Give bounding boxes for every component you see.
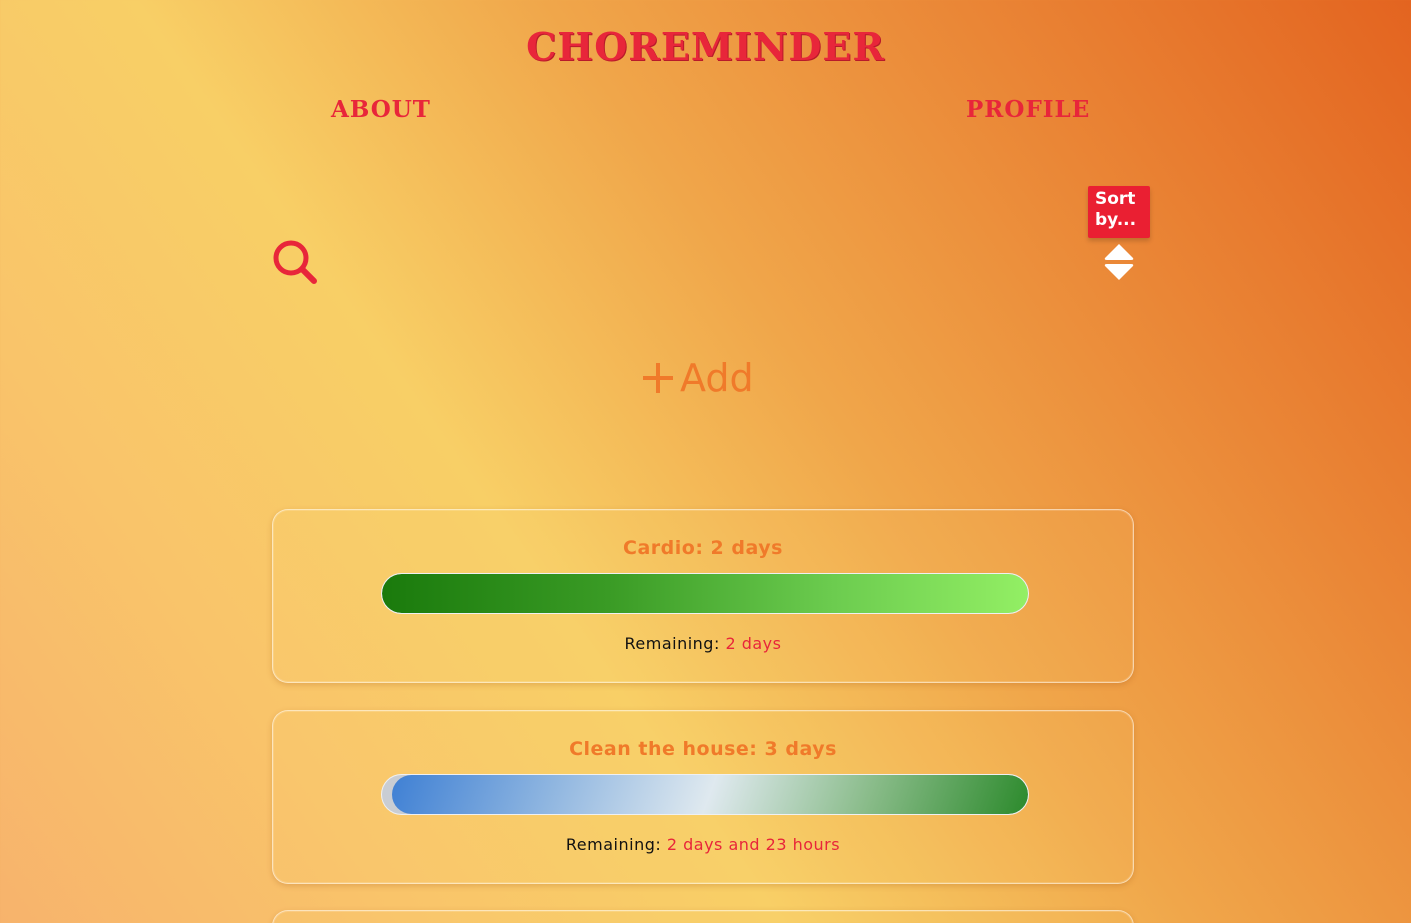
remaining-value: 2 days [725,634,782,653]
sort-button[interactable] [1103,242,1135,282]
remaining-line: Remaining: 2 days [273,634,1133,653]
search-icon [273,240,317,284]
chore-card[interactable]: Clean the house: 3 days Remaining: 2 day… [272,710,1134,884]
remaining-label: Remaining: [565,835,662,854]
sort-up-down-icon [1104,244,1134,280]
nav-profile-link[interactable]: PROFILE [966,96,1090,123]
plus-icon [643,363,673,393]
chore-title: Cardio: 2 days [623,537,783,559]
chore-card[interactable] [272,910,1134,923]
remaining-value: 2 days and 23 hours [666,835,841,854]
chore-title: Clean the house: 3 days [569,738,837,760]
chore-card[interactable]: Cardio: 2 days Remaining: 2 days [272,509,1134,683]
nav-about-link[interactable]: ABOUT [331,96,431,123]
remaining-label: Remaining: [624,634,720,653]
add-chore-button[interactable]: Add [640,356,754,400]
chore-progress-bar [381,573,1029,614]
chore-progress-bar [381,774,1029,815]
sort-by-label[interactable]: Sort by... [1088,186,1150,238]
remaining-line: Remaining: 2 days and 23 hours [273,835,1133,854]
chore-progress-fill [391,775,1028,814]
app-title: CHOREMINDER [526,24,885,69]
search-button[interactable] [271,238,319,286]
chore-progress-fill [382,574,1028,613]
add-label: Add [680,356,754,400]
